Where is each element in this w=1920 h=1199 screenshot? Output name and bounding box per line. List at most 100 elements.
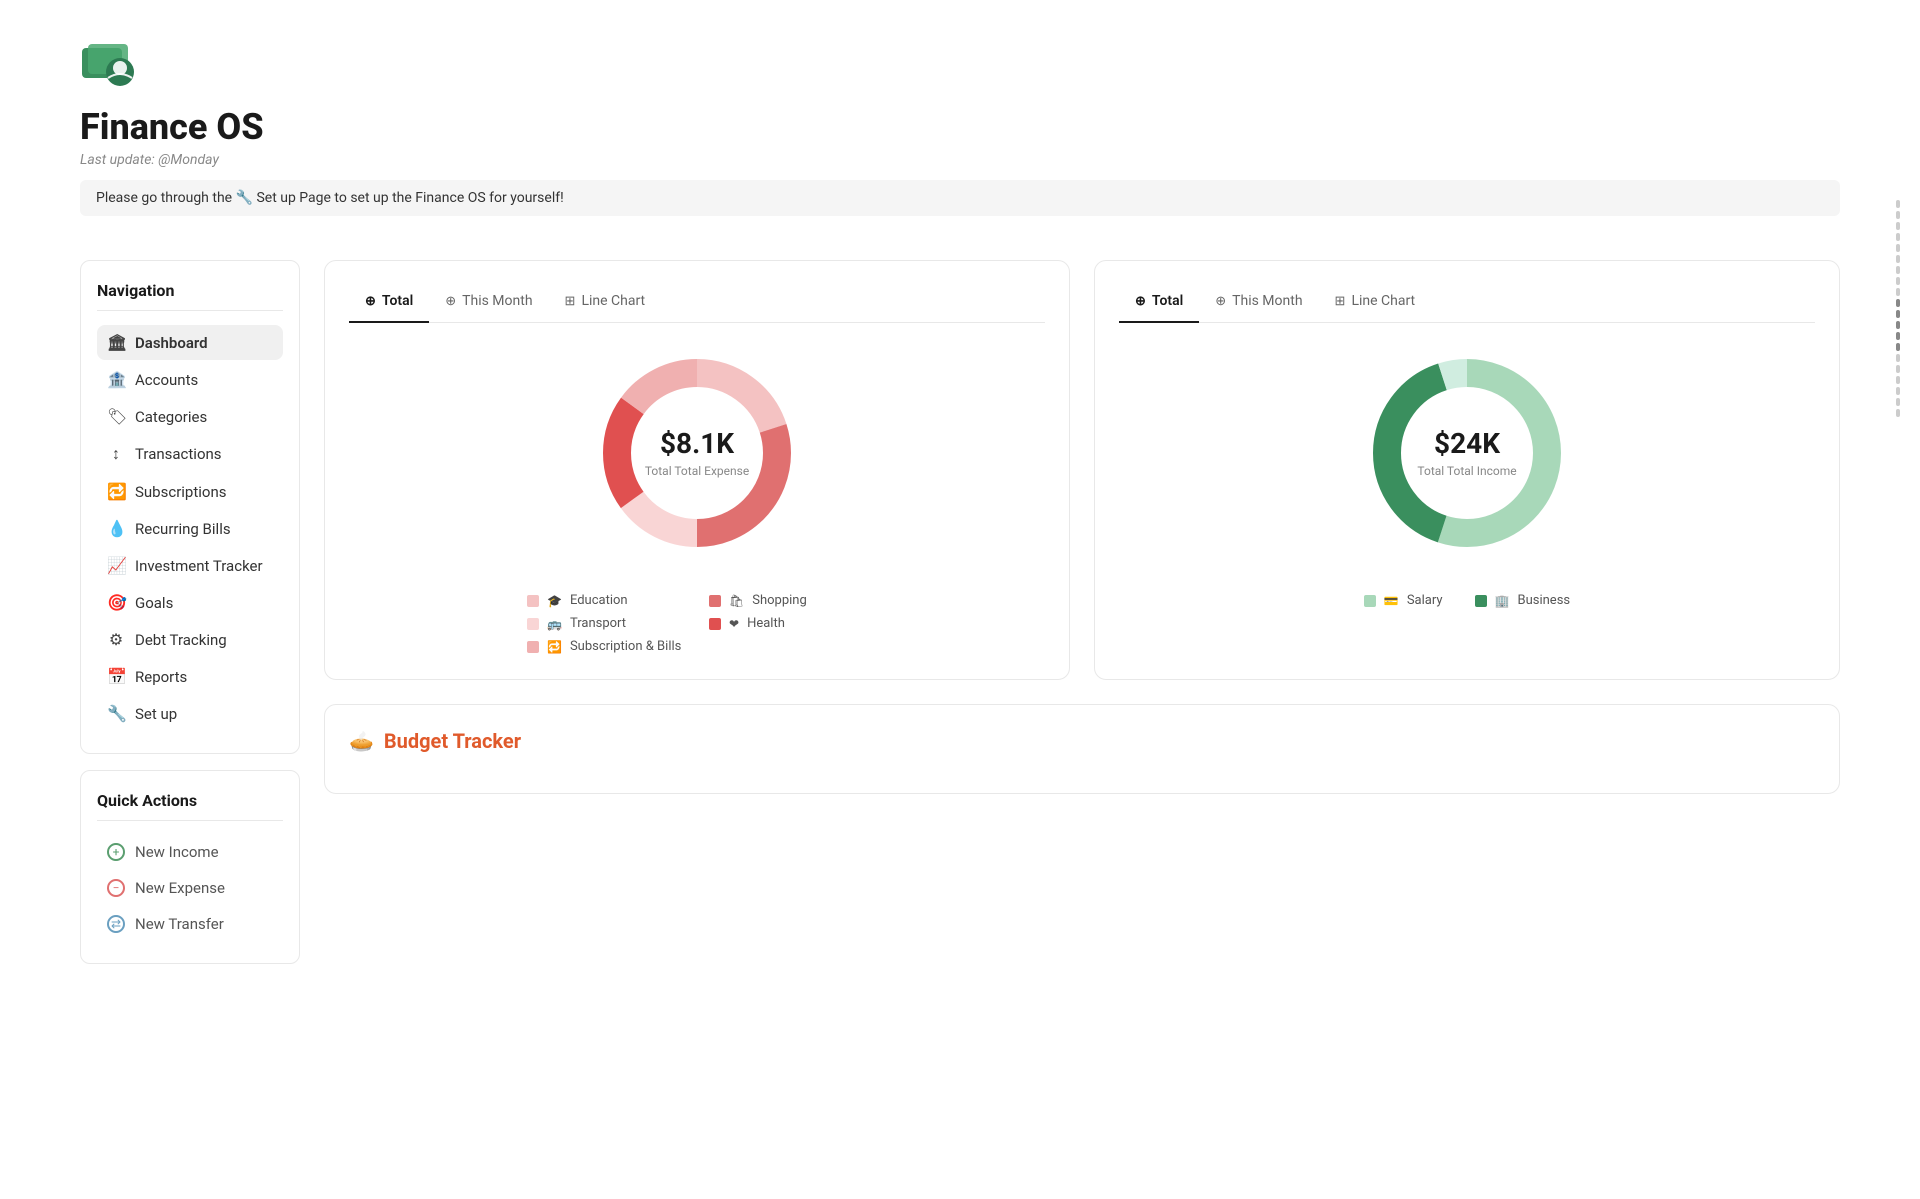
sidebar-item-reports[interactable]: 📅 Reports — [97, 659, 283, 694]
tab-income-line-chart-icon: ⊞ — [1335, 294, 1346, 309]
sidebar-item-subscriptions[interactable]: 🔁 Subscriptions — [97, 474, 283, 509]
nav-label-debt-tracking: Debt Tracking — [135, 631, 227, 649]
qa-label-new-income: New Income — [135, 843, 219, 861]
scroll-tick — [1896, 387, 1900, 395]
quick-action-new-expense[interactable]: − New Expense — [97, 871, 283, 905]
expense-donut-container: $8.1K Total Total Expense 🎓 Education — [349, 343, 1045, 654]
tab-expense-total-icon: ⊕ — [365, 294, 376, 309]
nav-label-accounts: Accounts — [135, 371, 198, 389]
sidebar-item-goals[interactable]: 🎯 Goals — [97, 585, 283, 620]
scroll-tick — [1896, 409, 1900, 417]
nav-title: Navigation — [97, 281, 283, 311]
sidebar-item-transactions[interactable]: ↕ Transactions — [97, 436, 283, 472]
budget-tracker-title: 🥧 Budget Tracker — [349, 729, 1815, 753]
scroll-tick — [1896, 398, 1900, 406]
budget-tracker-icon: 🥧 — [349, 729, 374, 753]
scroll-tick — [1896, 277, 1900, 285]
qa-icon-new-transfer: ⇄ — [107, 915, 125, 933]
nav-icon-recurring-bills: 💧 — [107, 519, 125, 538]
budget-section: 🥧 Budget Tracker — [324, 704, 1840, 794]
nav-icon-transactions: ↕ — [107, 444, 125, 464]
income-legend: 💳 Salary 🏢 Business — [1119, 593, 1815, 608]
tab-income-line-chart[interactable]: ⊞ Line Chart — [1319, 285, 1432, 323]
expense-legend: 🎓 Education 🛍 Shopping 🚌 — [527, 593, 867, 654]
expense-label: Total Total Expense — [645, 464, 749, 478]
legend-item-business: 🏢 Business — [1475, 593, 1571, 608]
expense-chart-tabs: ⊕ Total ⊕ This Month ⊞ Line Chart — [349, 285, 1045, 323]
scroll-tick — [1896, 244, 1900, 252]
legend-item-shopping: 🛍 Shopping — [709, 593, 867, 608]
nav-icon-reports: 📅 — [107, 667, 125, 686]
legend-dot-transport — [527, 618, 539, 630]
nav-icon-accounts: 🏦 — [107, 370, 125, 389]
expense-chart-card: ⊕ Total ⊕ This Month ⊞ Line Chart — [324, 260, 1070, 680]
qa-label-new-expense: New Expense — [135, 879, 225, 897]
expense-donut-wrapper: $8.1K Total Total Expense — [587, 343, 807, 563]
scroll-tick — [1896, 299, 1900, 307]
scroll-tick — [1896, 321, 1900, 329]
legend-item-salary: 💳 Salary — [1364, 593, 1443, 608]
scroll-tick — [1896, 288, 1900, 296]
tab-expense-line-chart-icon: ⊞ — [565, 294, 576, 309]
nav-label-investment-tracker: Investment Tracker — [135, 557, 263, 575]
tab-expense-this-month-icon: ⊕ — [445, 294, 456, 309]
sidebar-item-debt-tracking[interactable]: ⚙ Debt Tracking — [97, 622, 283, 657]
legend-item-education: 🎓 Education — [527, 593, 685, 608]
scroll-tick — [1896, 376, 1900, 384]
tab-expense-total[interactable]: ⊕ Total — [349, 285, 429, 323]
scroll-tick — [1896, 365, 1900, 373]
income-amount: $24K — [1417, 427, 1516, 460]
legend-dot-shopping — [709, 595, 721, 607]
logo-area — [80, 40, 1840, 90]
qa-icon-new-income: + — [107, 843, 125, 861]
tab-income-this-month-icon: ⊕ — [1215, 294, 1226, 309]
app-title: Finance OS — [80, 106, 1840, 148]
legend-dot-business — [1475, 595, 1487, 607]
sidebar-item-recurring-bills[interactable]: 💧 Recurring Bills — [97, 511, 283, 546]
nav-icon-set-up: 🔧 — [107, 704, 125, 723]
sidebar-item-accounts[interactable]: 🏦 Accounts — [97, 362, 283, 397]
nav-icon-dashboard: 🏛 — [107, 333, 125, 352]
legend-item-health: ❤ Health — [709, 616, 867, 631]
legend-item-transport: 🚌 Transport — [527, 616, 685, 631]
nav-items-container: 🏛 Dashboard 🏦 Accounts 🏷 Categories ↕ Tr… — [97, 325, 283, 731]
scroll-tick — [1896, 200, 1900, 208]
scroll-tick — [1896, 310, 1900, 318]
tab-income-this-month[interactable]: ⊕ This Month — [1199, 285, 1318, 323]
sidebar: Navigation 🏛 Dashboard 🏦 Accounts 🏷 Cate… — [80, 260, 300, 980]
scroll-tick — [1896, 222, 1900, 230]
qa-items-container: + New Income − New Expense ⇄ New Transfe… — [97, 835, 283, 941]
nav-label-dashboard: Dashboard — [135, 334, 208, 352]
scroll-tick — [1896, 255, 1900, 263]
quick-action-new-income[interactable]: + New Income — [97, 835, 283, 869]
tab-expense-this-month[interactable]: ⊕ This Month — [429, 285, 548, 323]
last-update: Last update: @Monday — [80, 152, 1840, 168]
scroll-tick — [1896, 211, 1900, 219]
legend-dot-salary — [1364, 595, 1376, 607]
sidebar-item-set-up[interactable]: 🔧 Set up — [97, 696, 283, 731]
scroll-tick — [1896, 266, 1900, 274]
quick-action-new-transfer[interactable]: ⇄ New Transfer — [97, 907, 283, 941]
legend-dot-education — [527, 595, 539, 607]
setup-banner: Please go through the 🔧 Set up Page to s… — [80, 180, 1840, 216]
nav-label-reports: Reports — [135, 668, 187, 686]
income-label: Total Total Income — [1417, 464, 1516, 478]
income-donut-container: $24K Total Total Income 💳 Salary — [1119, 343, 1815, 608]
income-donut-center: $24K Total Total Income — [1417, 427, 1516, 479]
legend-dot-subscription — [527, 641, 539, 653]
nav-icon-investment-tracker: 📈 — [107, 556, 125, 575]
sidebar-item-categories[interactable]: 🏷 Categories — [97, 399, 283, 434]
scroll-tick — [1896, 332, 1900, 340]
scroll-tick — [1896, 343, 1900, 351]
nav-icon-goals: 🎯 — [107, 593, 125, 612]
sidebar-item-dashboard[interactable]: 🏛 Dashboard — [97, 325, 283, 360]
nav-section: Navigation 🏛 Dashboard 🏦 Accounts 🏷 Cate… — [80, 260, 300, 754]
tab-expense-line-chart[interactable]: ⊞ Line Chart — [549, 285, 662, 323]
qa-icon-new-expense: − — [107, 879, 125, 897]
nav-label-recurring-bills: Recurring Bills — [135, 520, 231, 538]
header: Finance OS Last update: @Monday Please g… — [80, 0, 1840, 260]
charts-row: ⊕ Total ⊕ This Month ⊞ Line Chart — [324, 260, 1840, 680]
nav-icon-debt-tracking: ⚙ — [107, 630, 125, 649]
tab-income-total[interactable]: ⊕ Total — [1119, 285, 1199, 323]
sidebar-item-investment-tracker[interactable]: 📈 Investment Tracker — [97, 548, 283, 583]
